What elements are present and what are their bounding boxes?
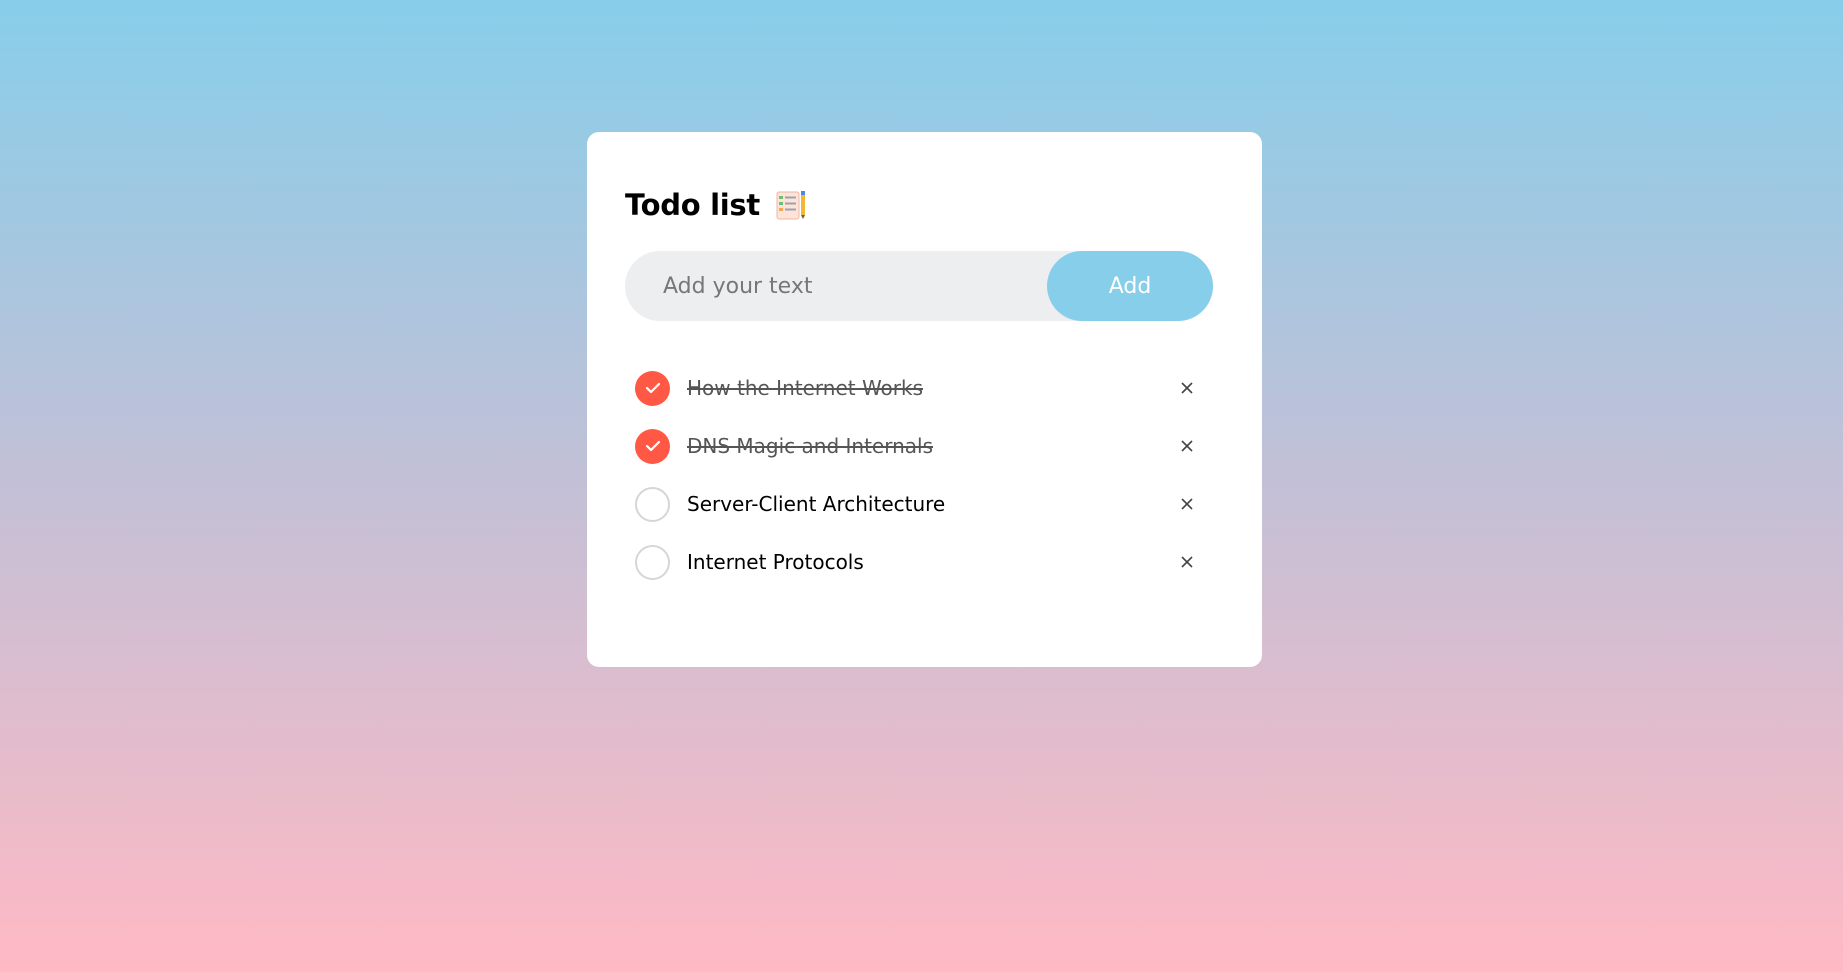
close-icon — [1181, 556, 1193, 568]
close-icon — [1181, 440, 1193, 452]
remove-todo-button[interactable] — [1172, 547, 1202, 577]
remove-todo-button[interactable] — [1172, 489, 1202, 519]
todo-text: Server-Client Architecture — [687, 492, 946, 516]
page-title: Todo list — [625, 188, 760, 222]
todo-checkbox[interactable] — [635, 370, 670, 406]
list-item[interactable]: DNS Magic and Internals — [635, 417, 1213, 475]
add-button[interactable]: Add — [1047, 251, 1213, 321]
check-icon — [645, 440, 660, 452]
todo-text: How the Internet Works — [687, 376, 924, 400]
notepad-checklist-icon — [774, 188, 808, 222]
todo-text: Internet Protocols — [687, 550, 864, 574]
add-todo-row: Add — [625, 251, 1213, 321]
remove-todo-button[interactable] — [1172, 373, 1202, 403]
list-item[interactable]: Internet Protocols — [635, 533, 1213, 591]
title-row: Todo list — [625, 185, 1224, 225]
close-icon — [1181, 498, 1193, 510]
todo-list: How the Internet Works DNS Magic and Int… — [625, 359, 1213, 591]
todo-card: Todo list Add your text Add How the Inte… — [587, 132, 1262, 667]
remove-todo-button[interactable] — [1172, 431, 1202, 461]
todo-checkbox[interactable] — [635, 486, 670, 522]
todo-text: DNS Magic and Internals — [687, 434, 934, 458]
close-icon — [1181, 382, 1193, 394]
todo-text-input[interactable] — [625, 251, 1047, 321]
todo-checkbox[interactable] — [635, 428, 670, 464]
check-icon — [645, 382, 660, 394]
list-item[interactable]: Server-Client Architecture — [635, 475, 1213, 533]
list-item[interactable]: How the Internet Works — [635, 359, 1213, 417]
todo-checkbox[interactable] — [635, 544, 670, 580]
